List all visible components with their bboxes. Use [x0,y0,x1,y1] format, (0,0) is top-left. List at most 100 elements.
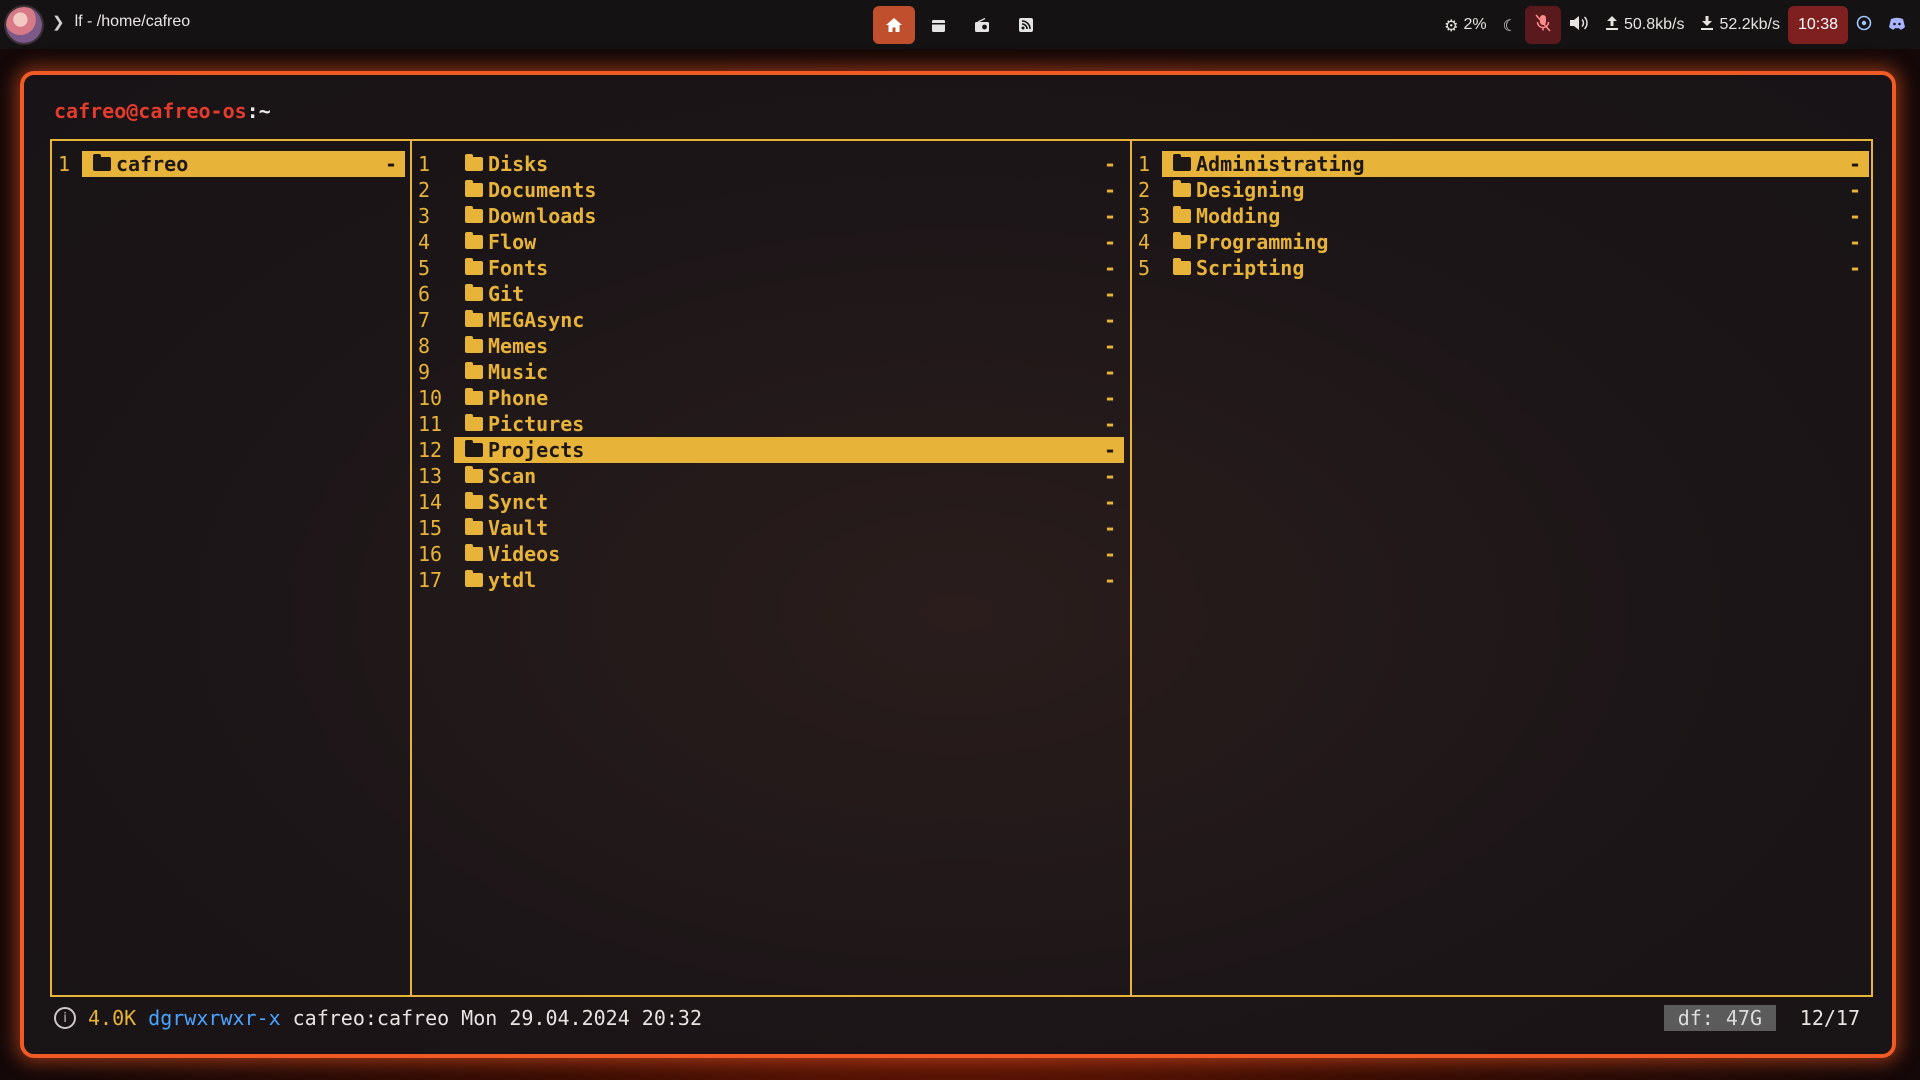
volume-icon [1569,15,1589,35]
file-name: cafreo [116,152,189,176]
file-row[interactable]: 11 Pictures - [412,411,1130,437]
file-row[interactable]: 14 Synct - [412,489,1130,515]
prompt-path: :~ [246,99,271,123]
row-number: 2 [418,178,431,202]
row-number: 1 [418,152,431,176]
home-icon[interactable] [873,6,915,44]
row-number: 5 [1138,256,1151,280]
file-name: Synct [488,490,549,514]
file-size-indicator: - [1104,282,1117,306]
file-row[interactable]: 16 Videos - [412,541,1130,567]
user-avatar[interactable] [6,7,42,43]
rss-icon[interactable] [1005,6,1047,44]
file-size-indicator: - [1849,256,1862,280]
preview-list: 1 Administrating - 2 Designing - 3 Modding - 4 Pro… [1132,151,1871,281]
file-row[interactable]: 1 Disks - [412,151,1130,177]
file-name: Flow [488,230,537,254]
row-number: 1 [58,152,71,176]
clock[interactable]: 10:38 [1787,6,1848,44]
night-mode-toggle[interactable]: ☾ [1495,6,1525,44]
folder-icon [464,154,484,171]
file-name: Fonts [488,256,549,280]
folder-icon [464,310,484,327]
volume-control[interactable] [1561,6,1597,44]
folder-icon [464,232,484,249]
folder-icon [1172,154,1192,171]
file-name: Modding [1196,204,1281,228]
row-number: 17 [418,568,443,592]
folder-icon [92,154,112,171]
row-number: 8 [418,334,431,358]
folder-icon [464,388,484,405]
microphone-toggle[interactable] [1524,6,1561,44]
status-line: i 4.0K dgrwxrwxr-x cafreo:cafreo Mon 29.… [50,1001,1866,1035]
file-size-indicator: - [1104,230,1117,254]
file-size-indicator: - [1104,464,1117,488]
file-row[interactable]: 6 Git - [412,281,1130,307]
selection-highlight [454,463,1124,489]
radio-icon[interactable] [961,6,1003,44]
file-size-indicator: - [1849,178,1862,202]
lf-file-manager: 1 cafreo - 1 Disks -2 Documents -3 Downloads -4 F… [50,139,1873,997]
moon-icon: ☾ [1502,15,1517,35]
file-row[interactable]: 13 Scan - [412,463,1130,489]
disk-free: df: 47G [1663,1005,1776,1031]
tray-app-1[interactable] [1848,6,1880,44]
row-number: 6 [418,282,431,306]
file-size-indicator: - [1104,204,1117,228]
top-panel: ❯ lf - /home/cafreo ⚙ 2% ☾ 50.8kb/s 52.2… [0,0,1920,49]
download-speed: 52.2kb/s [1719,16,1780,33]
file-row[interactable]: 1 Administrating - [1132,151,1871,177]
file-row[interactable]: 12 Projects - [412,437,1130,463]
folder-icon [464,440,484,457]
window-title-area: ❯ lf - /home/cafreo [52,13,190,31]
row-number: 3 [1138,204,1151,228]
file-size-indicator: - [1104,334,1117,358]
file-size: 4.0K [88,1006,137,1030]
file-row[interactable]: 3 Downloads - [412,203,1130,229]
system-tray: ⚙ 2% ☾ 50.8kb/s 52.2kb/s 10:38 [1436,6,1914,44]
file-row[interactable]: 5 Fonts - [412,255,1130,281]
cursor-position: 12/17 [1799,1006,1860,1030]
file-row[interactable]: 9 Music - [412,359,1130,385]
file-size-indicator: - [1104,152,1117,176]
selection-highlight [454,515,1124,541]
file-name: Scan [488,464,537,488]
folder-icon [464,258,484,275]
file-name: Git [488,282,525,306]
row-number: 12 [418,438,443,462]
file-row[interactable]: 8 Memes - [412,333,1130,359]
tray-app-2[interactable] [1880,6,1914,44]
selection-highlight [454,333,1124,359]
window-title: lf - /home/cafreo [74,13,191,30]
file-row[interactable]: 3 Modding - [1132,203,1871,229]
file-row[interactable]: 5 Scripting - [1132,255,1871,281]
terminal-window[interactable]: cafreo@cafreo-os:~ 1 cafreo - 1 Disks -2 Docu… [20,71,1896,1058]
row-number: 5 [418,256,431,280]
cpu-indicator[interactable]: ⚙ 2% [1436,6,1494,44]
row-number: 3 [418,204,431,228]
prompt-user-host: cafreo@cafreo-os [54,99,247,123]
file-row[interactable]: 2 Designing - [1132,177,1871,203]
folder-icon [464,570,484,587]
file-row[interactable]: 2 Documents - [412,177,1130,203]
file-date: Mon 29.04.2024 20:32 [461,1006,702,1030]
selection-highlight [454,359,1124,385]
clock-time: 10:38 [1797,16,1838,33]
file-row[interactable]: 4 Flow - [412,229,1130,255]
file-name: Music [488,360,549,384]
selection-highlight [454,489,1124,515]
file-name: Vault [488,516,549,540]
mic-muted-icon [1535,14,1551,36]
file-row[interactable]: 17 ytdl - [412,567,1130,593]
file-row[interactable]: 4 Programming - [1132,229,1871,255]
file-row[interactable]: 1 cafreo - [52,151,410,177]
file-row[interactable]: 7 MEGAsync - [412,307,1130,333]
file-row[interactable]: 15 Vault - [412,515,1130,541]
calendar-icon[interactable] [917,6,959,44]
folder-icon [464,492,484,509]
file-size-indicator: - [1104,542,1117,566]
file-name: Administrating [1196,152,1365,176]
file-row[interactable]: 10 Phone - [412,385,1130,411]
folder-icon [1172,180,1192,197]
